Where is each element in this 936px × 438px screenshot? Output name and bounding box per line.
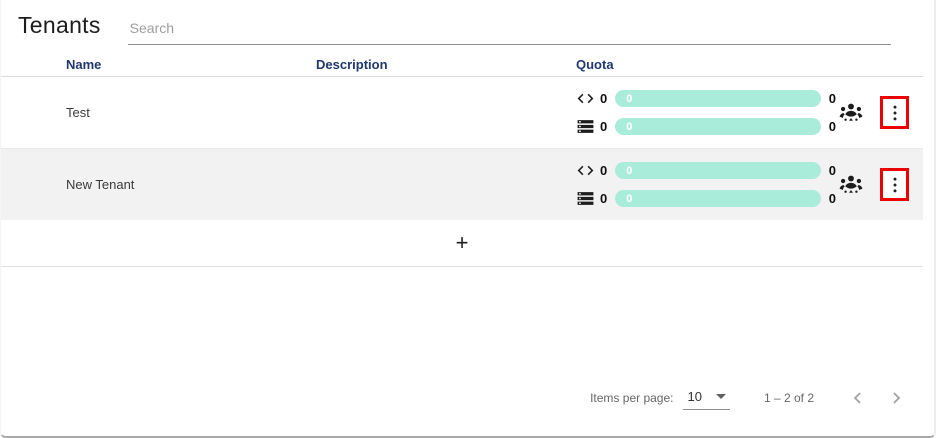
quota-progress-bar: 0	[615, 90, 821, 107]
quota-line-cpu: 0 0 0	[576, 161, 836, 180]
quota-used-value: 0	[600, 191, 607, 206]
kebab-menu-icon	[885, 103, 905, 123]
storage-icon	[576, 117, 595, 136]
quota-bar-label: 0	[626, 121, 632, 133]
quota-line-cpu: 0 0 0	[576, 89, 836, 108]
quota-cell: 0 0 0 0 0 0	[576, 77, 836, 148]
quota-progress-bar: 0	[615, 118, 821, 135]
groups-icon	[838, 100, 864, 126]
chevron-right-icon	[886, 388, 906, 408]
items-per-page-value: 10	[687, 389, 701, 404]
quota-line-storage: 0 0 0	[576, 189, 836, 208]
quota-bar-label: 0	[626, 165, 632, 177]
quota-progress-bar: 0	[615, 162, 821, 179]
quota-limit-value: 0	[829, 119, 836, 134]
chevron-left-icon	[848, 388, 868, 408]
table-header-row: Name Description Quota	[1, 52, 923, 77]
add-tenant-row[interactable]: +	[1, 220, 923, 267]
add-icon: +	[456, 232, 469, 254]
quota-used-value: 0	[600, 163, 607, 178]
quota-bar-label: 0	[626, 93, 632, 105]
tenant-name: Test	[66, 105, 316, 120]
tenants-page: Tenants Name Description Quota Test 0	[0, 0, 936, 438]
groups-icon	[838, 172, 864, 198]
previous-page-button[interactable]	[846, 386, 870, 410]
quota-cell: 0 0 0 0 0 0	[576, 149, 836, 220]
code-icon	[576, 161, 595, 180]
storage-icon	[576, 189, 595, 208]
topbar: Tenants	[18, 12, 891, 45]
quota-used-value: 0	[600, 91, 607, 106]
tenant-users-button[interactable]	[836, 170, 866, 200]
quota-line-storage: 0 0 0	[576, 117, 836, 136]
quota-used-value: 0	[600, 119, 607, 134]
paginator: Items per page: 10 1 – 2 of 2	[590, 383, 908, 413]
next-page-button[interactable]	[884, 386, 908, 410]
code-icon	[576, 89, 595, 108]
items-per-page-label: Items per page:	[590, 391, 673, 405]
column-header-description: Description	[316, 57, 576, 72]
row-menu-button[interactable]	[880, 96, 909, 129]
column-header-quota: Quota	[576, 57, 836, 72]
quota-limit-value: 0	[829, 91, 836, 106]
quota-progress-bar: 0	[615, 190, 821, 207]
quota-limit-value: 0	[829, 163, 836, 178]
search-input[interactable]	[128, 12, 891, 45]
page-title: Tenants	[18, 12, 101, 39]
tenant-users-button[interactable]	[836, 98, 866, 128]
tenants-table: Name Description Quota Test 0 0 0	[1, 52, 923, 267]
items-per-page-select[interactable]: 10	[683, 387, 729, 410]
tenant-name: New Tenant	[66, 177, 316, 192]
caret-down-icon	[716, 394, 726, 399]
row-menu-button[interactable]	[880, 168, 909, 201]
kebab-menu-icon	[885, 175, 905, 195]
quota-limit-value: 0	[829, 191, 836, 206]
search-field-wrap	[128, 12, 891, 45]
quota-bar-label: 0	[626, 193, 632, 205]
column-header-name: Name	[66, 57, 316, 72]
table-row: Test 0 0 0 0	[1, 77, 923, 148]
page-range-label: 1 – 2 of 2	[764, 391, 814, 405]
table-row: New Tenant 0 0 0 0	[1, 148, 923, 220]
